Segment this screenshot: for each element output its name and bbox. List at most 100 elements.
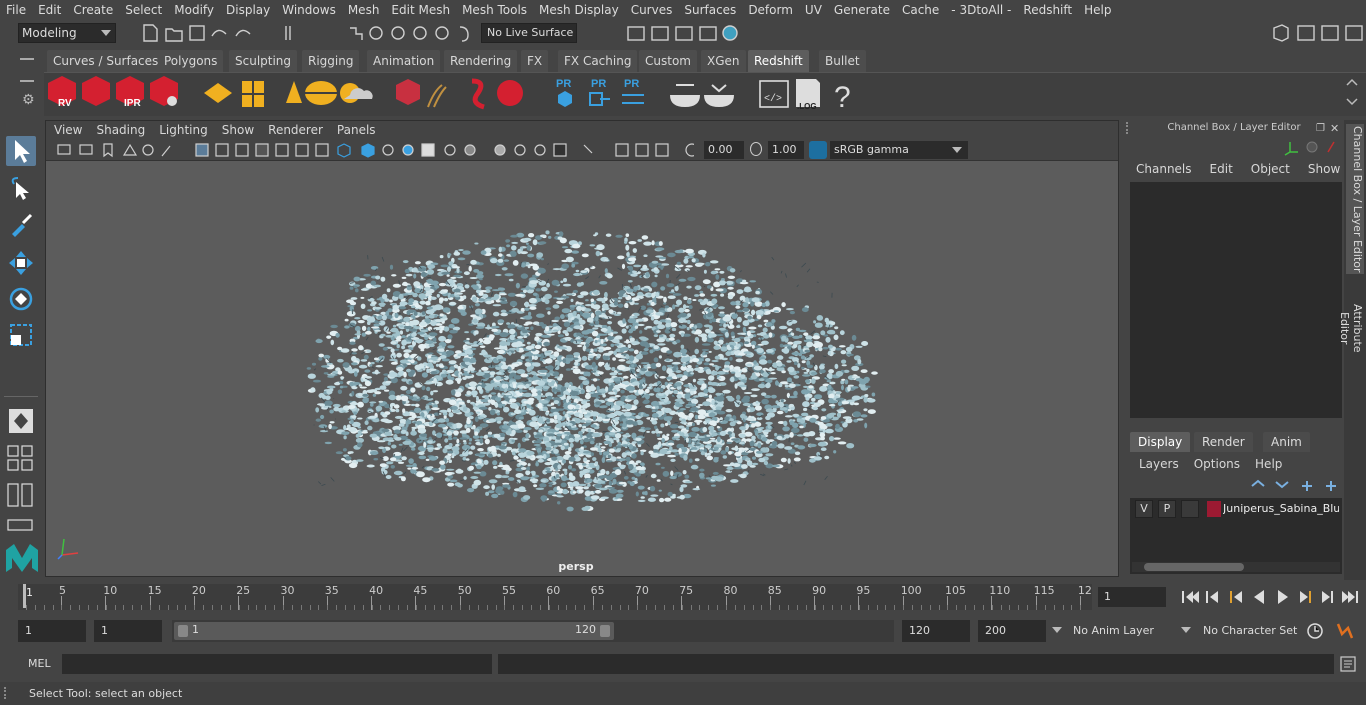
foliage-leaf <box>739 473 747 479</box>
menu-edit-mesh[interactable]: Edit Mesh <box>385 0 456 20</box>
foliage-leaf <box>357 417 363 420</box>
foliage-leaf <box>371 301 377 305</box>
foliage-leaf <box>723 464 731 467</box>
foliage-leaf <box>615 493 624 498</box>
menu-mesh-display[interactable]: Mesh Display <box>533 0 625 20</box>
color-space-select[interactable]: sRGB gamma <box>830 141 968 159</box>
menu-display[interactable]: Display <box>220 0 276 20</box>
foliage-leaf <box>742 279 747 283</box>
vp-menu-show[interactable]: Show <box>215 123 261 137</box>
foliage-leaf <box>669 333 676 338</box>
menu-generate[interactable]: Generate <box>828 0 896 20</box>
shelf-tab-rigging[interactable]: Rigging <box>302 50 360 72</box>
vp-menu-lighting[interactable]: Lighting <box>152 123 215 137</box>
select-tool[interactable] <box>6 136 36 166</box>
shelf-collapse-icon[interactable] <box>20 80 34 82</box>
vp-menu-renderer[interactable]: Renderer <box>261 123 330 137</box>
menu-3dtoall[interactable]: - 3DtoAll - <box>945 0 1017 20</box>
shelf-tab-sculpting[interactable]: Sculpting <box>229 50 298 72</box>
menu-mesh[interactable]: Mesh <box>342 0 386 20</box>
paint-select-tool[interactable] <box>6 210 36 240</box>
foliage-leaf <box>529 421 539 428</box>
gamma-field[interactable]: 1.00 <box>768 141 804 159</box>
rs-spot-light-icon <box>286 81 302 103</box>
show-manipulator-tool[interactable] <box>6 406 36 436</box>
vp-menu-view[interactable]: View <box>46 123 89 137</box>
vp-menu-panels[interactable]: Panels <box>330 123 383 137</box>
shelf-menu-icon[interactable] <box>20 58 34 60</box>
menu-mesh-tools[interactable]: Mesh Tools <box>456 0 533 20</box>
menu-uv[interactable]: UV <box>799 0 828 20</box>
shelf-tab-bullet[interactable]: Bullet <box>819 50 866 72</box>
foliage-leaf <box>473 318 478 324</box>
menu-modify[interactable]: Modify <box>168 0 220 20</box>
foliage-leaf <box>553 400 560 405</box>
lasso-tool[interactable] <box>6 174 36 204</box>
foliage-leaf <box>864 422 868 429</box>
menu-help[interactable]: Help <box>1078 0 1117 20</box>
foliage-leaf <box>349 402 359 406</box>
foliage-leaf <box>580 270 588 273</box>
layout-quick-icons[interactable] <box>6 444 38 474</box>
shelf-tab-fx[interactable]: FX <box>521 50 549 72</box>
foliage-leaf <box>581 253 589 258</box>
shelf-tab-animation[interactable]: Animation <box>367 50 441 72</box>
shelf-tab-curves-surfaces[interactable]: Curves / Surfaces <box>47 50 165 72</box>
shelf-tab-xgen[interactable]: XGen <box>701 50 746 72</box>
foliage-leaf <box>713 457 720 459</box>
layout-split-icons[interactable] <box>6 482 38 508</box>
menu-select[interactable]: Select <box>119 0 168 20</box>
rotate-tool[interactable] <box>6 284 36 314</box>
foliage-leaf <box>384 389 390 392</box>
color-management-icon[interactable] <box>809 141 827 159</box>
foliage-leaf <box>425 403 433 406</box>
foliage-leaf <box>625 456 631 462</box>
shelf-tab-redshift[interactable]: Redshift <box>748 50 809 72</box>
menu-edit[interactable]: Edit <box>32 0 67 20</box>
menu-curves[interactable]: Curves <box>625 0 679 20</box>
foliage-leaf <box>651 420 658 425</box>
gear-icon[interactable]: ⚙ <box>22 92 35 108</box>
menu-windows[interactable]: Windows <box>276 0 342 20</box>
shelf-tab-fx-caching[interactable]: FX Caching <box>558 50 638 72</box>
foliage-leaf <box>420 271 427 278</box>
foliage-leaf <box>740 374 746 379</box>
shelf-tab-custom[interactable]: Custom <box>639 50 697 72</box>
menu-deform[interactable]: Deform <box>742 0 799 20</box>
foliage-twig <box>629 283 632 288</box>
menu-cache[interactable]: Cache <box>896 0 945 20</box>
foliage-leaf <box>683 258 689 264</box>
foliage-leaf <box>692 488 701 491</box>
foliage-leaf <box>761 340 769 345</box>
foliage-leaf <box>398 423 405 427</box>
foliage-leaf <box>391 352 396 356</box>
undo-icon <box>211 29 227 37</box>
shelf-tab-polygons[interactable]: Polygons <box>158 50 224 72</box>
menu-file[interactable]: File <box>0 0 32 20</box>
exposure-field[interactable]: 0.00 <box>704 141 744 159</box>
layout-single-icon[interactable] <box>6 518 38 532</box>
foliage-leaf <box>686 285 692 289</box>
vp-menu-shading[interactable]: Shading <box>89 123 152 137</box>
menu-create[interactable]: Create <box>67 0 119 20</box>
foliage-leaf <box>715 288 724 292</box>
foliage-leaf <box>670 470 674 477</box>
move-tool[interactable] <box>6 248 36 278</box>
foliage-leaf <box>411 467 419 470</box>
foliage-leaf <box>692 299 697 301</box>
foliage-leaf <box>694 458 700 462</box>
foliage-leaf <box>567 425 572 431</box>
scale-tool[interactable] <box>6 320 36 350</box>
menu-surfaces[interactable]: Surfaces <box>678 0 742 20</box>
foliage-leaf <box>692 378 697 383</box>
shelf-tab-rendering[interactable]: Rendering <box>444 50 518 72</box>
mode-select[interactable]: Modeling <box>18 23 116 43</box>
menu-redshift[interactable]: Redshift <box>1017 0 1078 20</box>
shelf-scroll-icons[interactable] <box>1344 77 1360 111</box>
pr3-label: PR <box>624 78 639 90</box>
foliage-twig <box>708 475 712 478</box>
viewport-canvas[interactable]: persp <box>46 161 1118 576</box>
juniper-model[interactable] <box>46 161 1118 576</box>
live-surface-field[interactable]: No Live Surface <box>481 23 577 43</box>
foliage-leaf <box>608 488 618 494</box>
